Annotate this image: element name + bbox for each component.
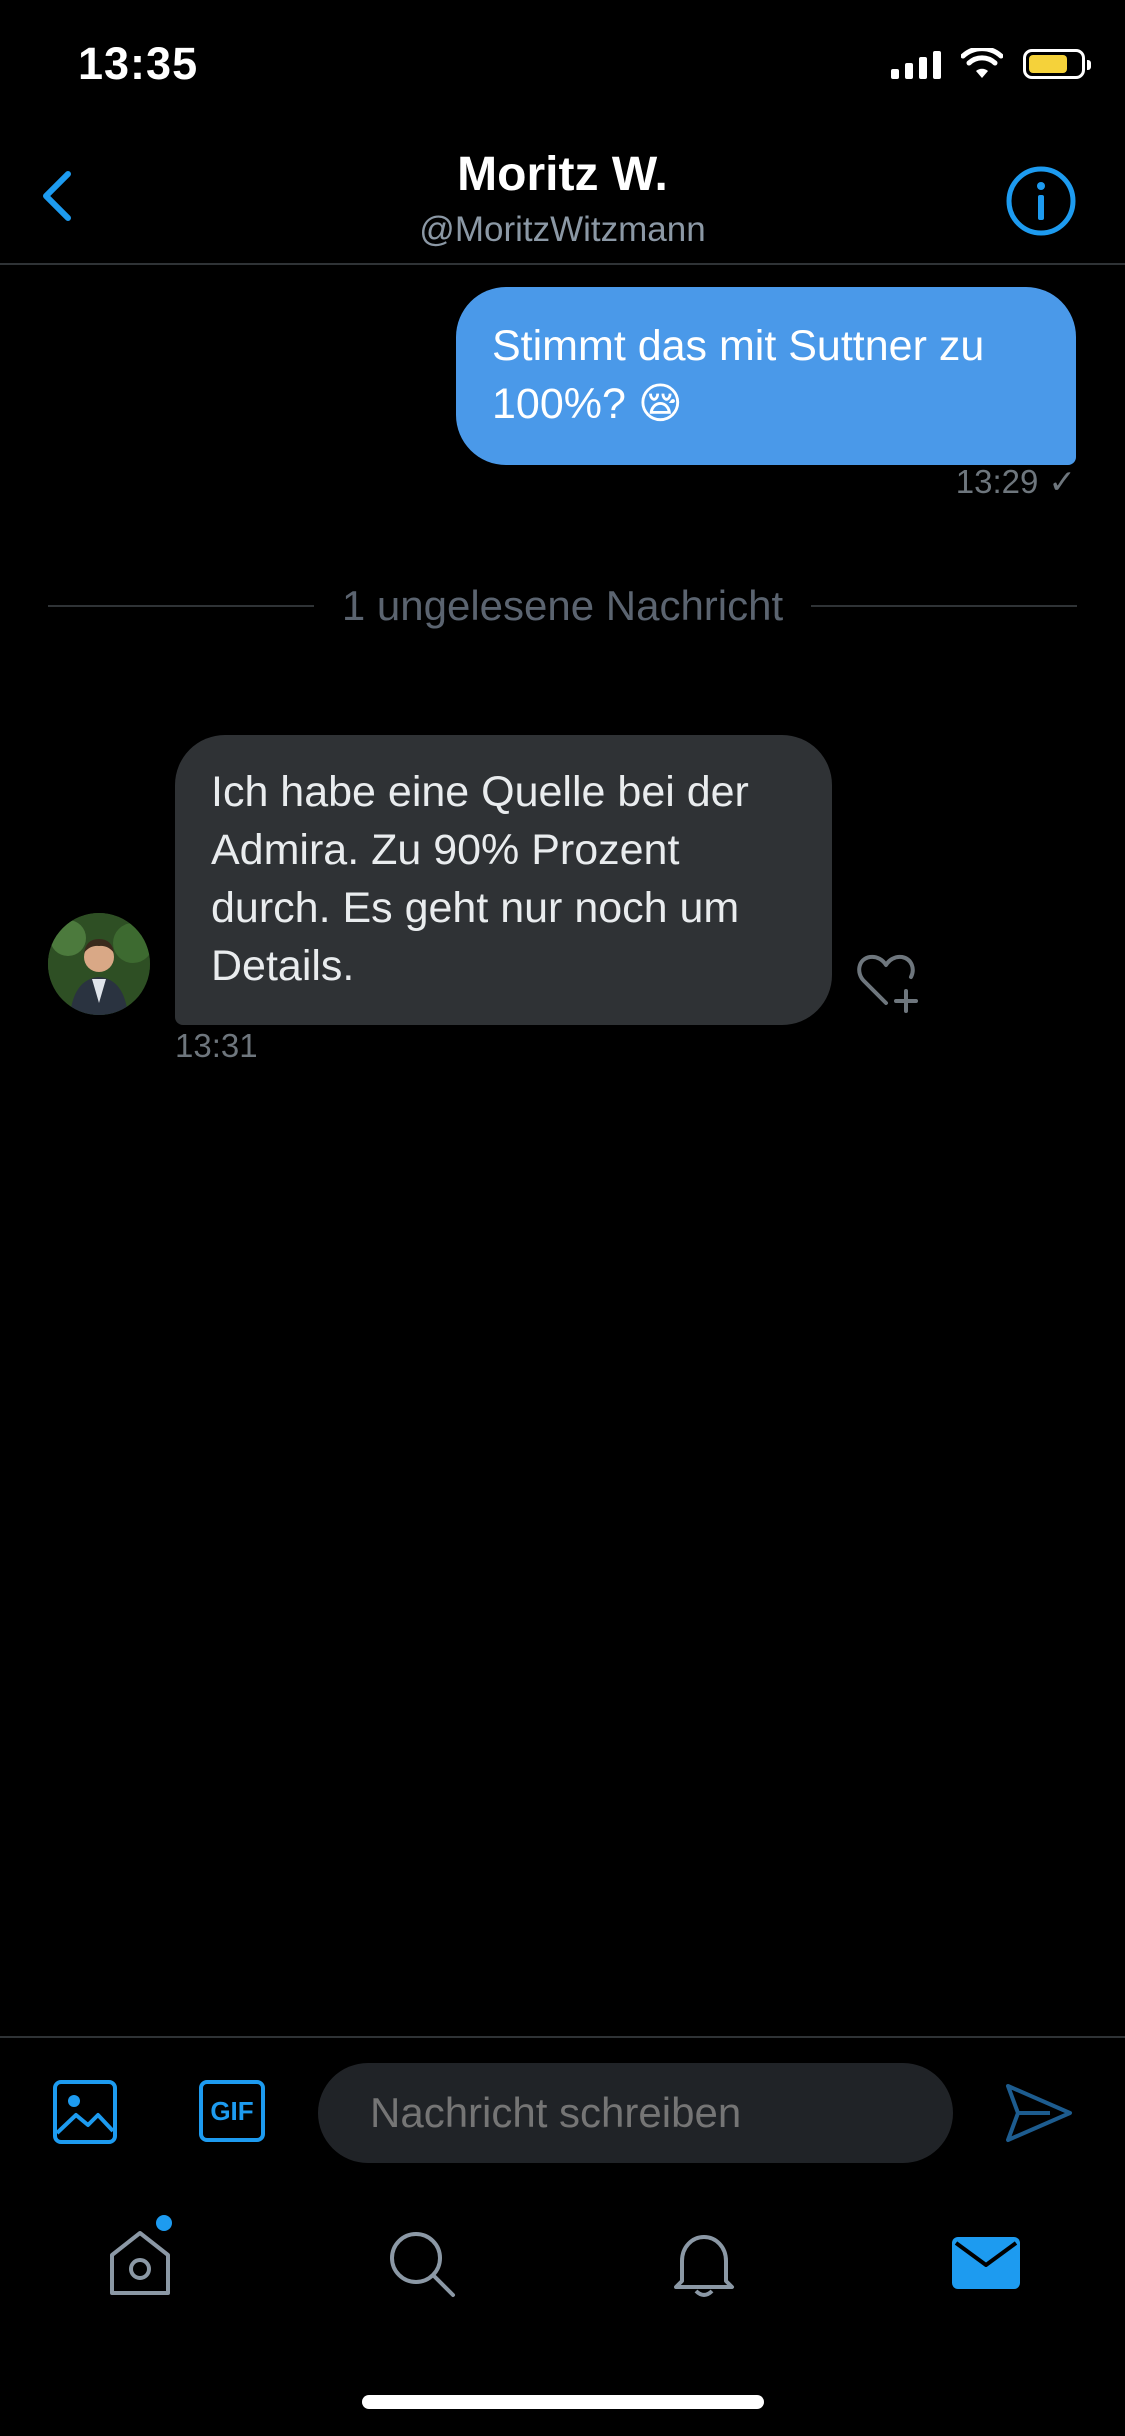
outgoing-message-meta: 13:29 ✓ <box>956 462 1076 501</box>
unread-label: 1 ungelesene Nachricht <box>341 582 784 629</box>
gif-button[interactable]: GIF <box>199 2080 265 2142</box>
home-indicator <box>362 2395 764 2409</box>
status-time: 13:35 <box>78 38 199 89</box>
wifi-icon <box>961 48 1003 78</box>
status-icons <box>891 48 1091 80</box>
conversation-name[interactable]: Moritz W. <box>0 147 1125 202</box>
bell-icon[interactable] <box>666 2225 742 2301</box>
message-input[interactable] <box>318 2063 953 2163</box>
notification-dot <box>156 2215 172 2231</box>
send-icon[interactable] <box>1004 2080 1074 2146</box>
signal-icon <box>891 49 941 79</box>
avatar[interactable] <box>48 913 150 1015</box>
sent-check-icon: ✓ <box>1048 463 1076 500</box>
composer-divider <box>0 2036 1125 2038</box>
outgoing-message-bubble[interactable]: Stimmt das mit Suttner zu 100%? 😪 <box>456 287 1076 465</box>
conversation-handle[interactable]: @MoritzWitzmann <box>0 210 1125 250</box>
heart-plus-icon[interactable] <box>854 945 926 1017</box>
message-time: 13:29 <box>955 462 1039 500</box>
divider-line <box>48 605 314 607</box>
avatar-image <box>48 913 150 1015</box>
mail-icon[interactable] <box>948 2225 1024 2301</box>
header-divider <box>0 263 1125 265</box>
battery-icon <box>1023 49 1091 79</box>
search-icon[interactable] <box>383 2225 459 2301</box>
message-time: 13:31 <box>175 1027 258 1064</box>
incoming-message-bubble[interactable]: Ich habe eine Quelle bei der Admira. Zu … <box>175 735 832 1025</box>
home-icon[interactable] <box>102 2225 178 2301</box>
unread-divider: 1 ungelesene Nachricht <box>48 582 1078 630</box>
image-icon[interactable] <box>52 2079 118 2145</box>
divider-line <box>811 605 1078 607</box>
info-icon[interactable] <box>1004 164 1078 238</box>
